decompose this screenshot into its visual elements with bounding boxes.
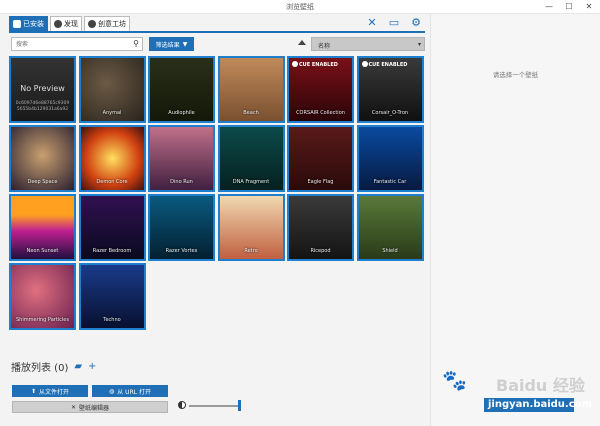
wallpaper-tile[interactable]: DNA Fragment — [217, 125, 285, 192]
wallpaper-tile[interactable]: Audiophile — [148, 56, 215, 123]
wallpaper-tile[interactable]: Razer Vortex — [148, 194, 215, 261]
title-bar: 浏览壁纸 — ☐ ✕ — [0, 0, 600, 14]
open-file-label: 从文件打开 — [39, 388, 70, 396]
wallpaper-tile[interactable]: Ricepod — [287, 194, 354, 261]
open-url-label: 从 URL 打开 — [117, 388, 151, 396]
steam-icon — [88, 20, 96, 28]
playlist-label: 播放列表 (0) — [11, 363, 69, 374]
tab-installed[interactable]: 已安装 — [9, 16, 48, 31]
wallpaper-tile[interactable]: Deep Space — [9, 125, 76, 192]
filter-label: 筛选结果 — [155, 41, 180, 49]
open-url-button[interactable]: ◍ 从 URL 打开 — [92, 385, 168, 397]
open-file-button[interactable]: ⬆ 从文件打开 — [12, 385, 88, 397]
folder-icon[interactable]: ▰ — [74, 361, 82, 372]
wallpaper-tile[interactable]: Techno — [78, 263, 146, 330]
watermark-text: Baidu 经验 — [496, 376, 585, 395]
upload-icon: ⬆ — [30, 387, 36, 395]
wallpaper-name: Shimmering Particles — [15, 317, 69, 323]
wallpaper-tile[interactable]: Dino Run — [148, 125, 215, 192]
wallpaper-name: Audiophile — [168, 110, 195, 116]
wallpaper-name: Anymal — [102, 110, 122, 116]
brightness-slider[interactable] — [189, 400, 241, 411]
maximize-button[interactable]: ☐ — [560, 1, 578, 13]
watermark-logo: 🐾 — [442, 368, 467, 392]
wallpaper-name: Techno — [103, 317, 121, 323]
sort-select[interactable]: 名称 ▾ — [311, 37, 425, 51]
globe-icon: ◍ — [109, 387, 115, 395]
wallpaper-tile[interactable]: Demon Core — [78, 125, 146, 192]
slider-knob[interactable] — [238, 400, 241, 411]
tab-underline — [9, 31, 425, 33]
compass-icon — [54, 20, 62, 28]
wallpaper-name: Corsair_O-Tron — [371, 110, 409, 116]
monitor-icon[interactable]: ▭ — [386, 16, 402, 29]
wallpaper-name: Neon Sunset — [26, 248, 59, 254]
minimize-button[interactable]: — — [540, 1, 558, 13]
watermark: 🐾 Baidu 经验 jingyan.baidu.com — [442, 368, 592, 420]
wallpaper-name: Razer Vortex — [165, 248, 198, 254]
sort-value: 名称 — [318, 43, 331, 50]
wallpaper-tile[interactable]: CUE ENABLED Corsair_O-Tron — [356, 56, 424, 123]
wallpaper-name: Ricepod — [310, 248, 331, 254]
wallpaper-name: DNA Fragment — [232, 179, 270, 185]
tab-label: 发现 — [64, 20, 78, 28]
cue-enabled-badge: CUE ENABLED — [292, 61, 349, 68]
funnel-icon: ▼ — [182, 40, 188, 48]
no-preview-label: No Preview — [20, 84, 65, 93]
wallpaper-tile[interactable]: Razer Bedroom — [78, 194, 146, 261]
window-title: 浏览壁纸 — [286, 3, 314, 11]
playlist-header: 播放列表 (0) ▰ + — [11, 359, 96, 374]
wallpaper-tile[interactable]: Eagle Flag — [287, 125, 354, 192]
tools-icon[interactable]: ✕ — [364, 16, 380, 29]
wallpaper-name: Dino Run — [170, 179, 193, 185]
wallpaper-editor-button[interactable]: ✕ 壁纸编辑器 — [12, 401, 168, 413]
wallpaper-name: Razer Bedroom — [92, 248, 132, 254]
wallpaper-tile[interactable]: No Preview 0c6097d6e88765c9309 5655b4b129… — [9, 56, 76, 123]
watermark-url: jingyan.baidu.com — [484, 398, 592, 412]
wallpaper-name: Eagle Flag — [307, 179, 334, 185]
wallpaper-tile[interactable]: Retro — [217, 194, 285, 261]
close-button[interactable]: ✕ — [580, 1, 598, 13]
chevron-down-icon: ▾ — [417, 41, 421, 48]
wallpaper-name: Beach — [243, 110, 259, 116]
tab-label: 已安装 — [23, 20, 44, 28]
wallpaper-grid: No Preview 0c6097d6e88765c9309 5655b4b129… — [9, 56, 425, 332]
gear-icon[interactable]: ⚙ — [408, 16, 424, 29]
search-box: ⚲ — [11, 37, 143, 51]
wallpaper-tile[interactable]: CUE ENABLED CORSAIR Collection — [287, 56, 354, 123]
wallpaper-tile[interactable]: Shield — [356, 194, 424, 261]
plus-icon[interactable]: + — [88, 361, 96, 372]
search-input[interactable] — [12, 38, 127, 50]
wallpaper-tile[interactable]: Anymal — [78, 56, 146, 123]
wallpaper-name: Shield — [382, 248, 398, 254]
editor-label: 壁纸编辑器 — [79, 404, 110, 412]
tab-label: 创意工坊 — [98, 20, 126, 28]
sort-direction-icon[interactable] — [298, 40, 306, 45]
toolbar-icons: ✕ ▭ ⚙ — [358, 16, 424, 29]
cue-enabled-badge: CUE ENABLED — [361, 61, 419, 68]
tab-discover[interactable]: 发现 — [50, 16, 82, 31]
wallpaper-tile[interactable]: Beach — [217, 56, 285, 123]
save-icon — [13, 20, 21, 28]
tab-workshop[interactable]: 创意工坊 — [84, 16, 130, 31]
details-panel: 请选择一个壁纸 — [430, 14, 600, 426]
filter-button[interactable]: 筛选结果 ▼ — [149, 37, 194, 51]
wallpaper-tile[interactable]: Shimmering Particles — [9, 263, 76, 330]
wallpaper-name: CORSAIR Collection — [296, 110, 345, 116]
wallpaper-tile[interactable]: Neon Sunset — [9, 194, 76, 261]
wallpaper-name: Fantastic Car — [373, 179, 407, 185]
wallpaper-tile[interactable]: Fantastic Car — [356, 125, 424, 192]
brightness-icon — [178, 401, 186, 409]
wallpaper-name: Retro — [244, 248, 258, 254]
tab-bar: 已安装 发现 创意工坊 — [9, 16, 132, 31]
search-icon[interactable]: ⚲ — [133, 39, 139, 48]
wallpaper-name: Deep Space — [27, 179, 58, 185]
wallpaper-name: Demon Core — [96, 179, 128, 185]
tools-icon: ✕ — [70, 403, 76, 411]
wallpaper-hash: 0c6097d6e88765c9309 5655b4b129031a6a92 — [15, 101, 70, 112]
select-hint: 请选择一个壁纸 — [492, 71, 539, 79]
